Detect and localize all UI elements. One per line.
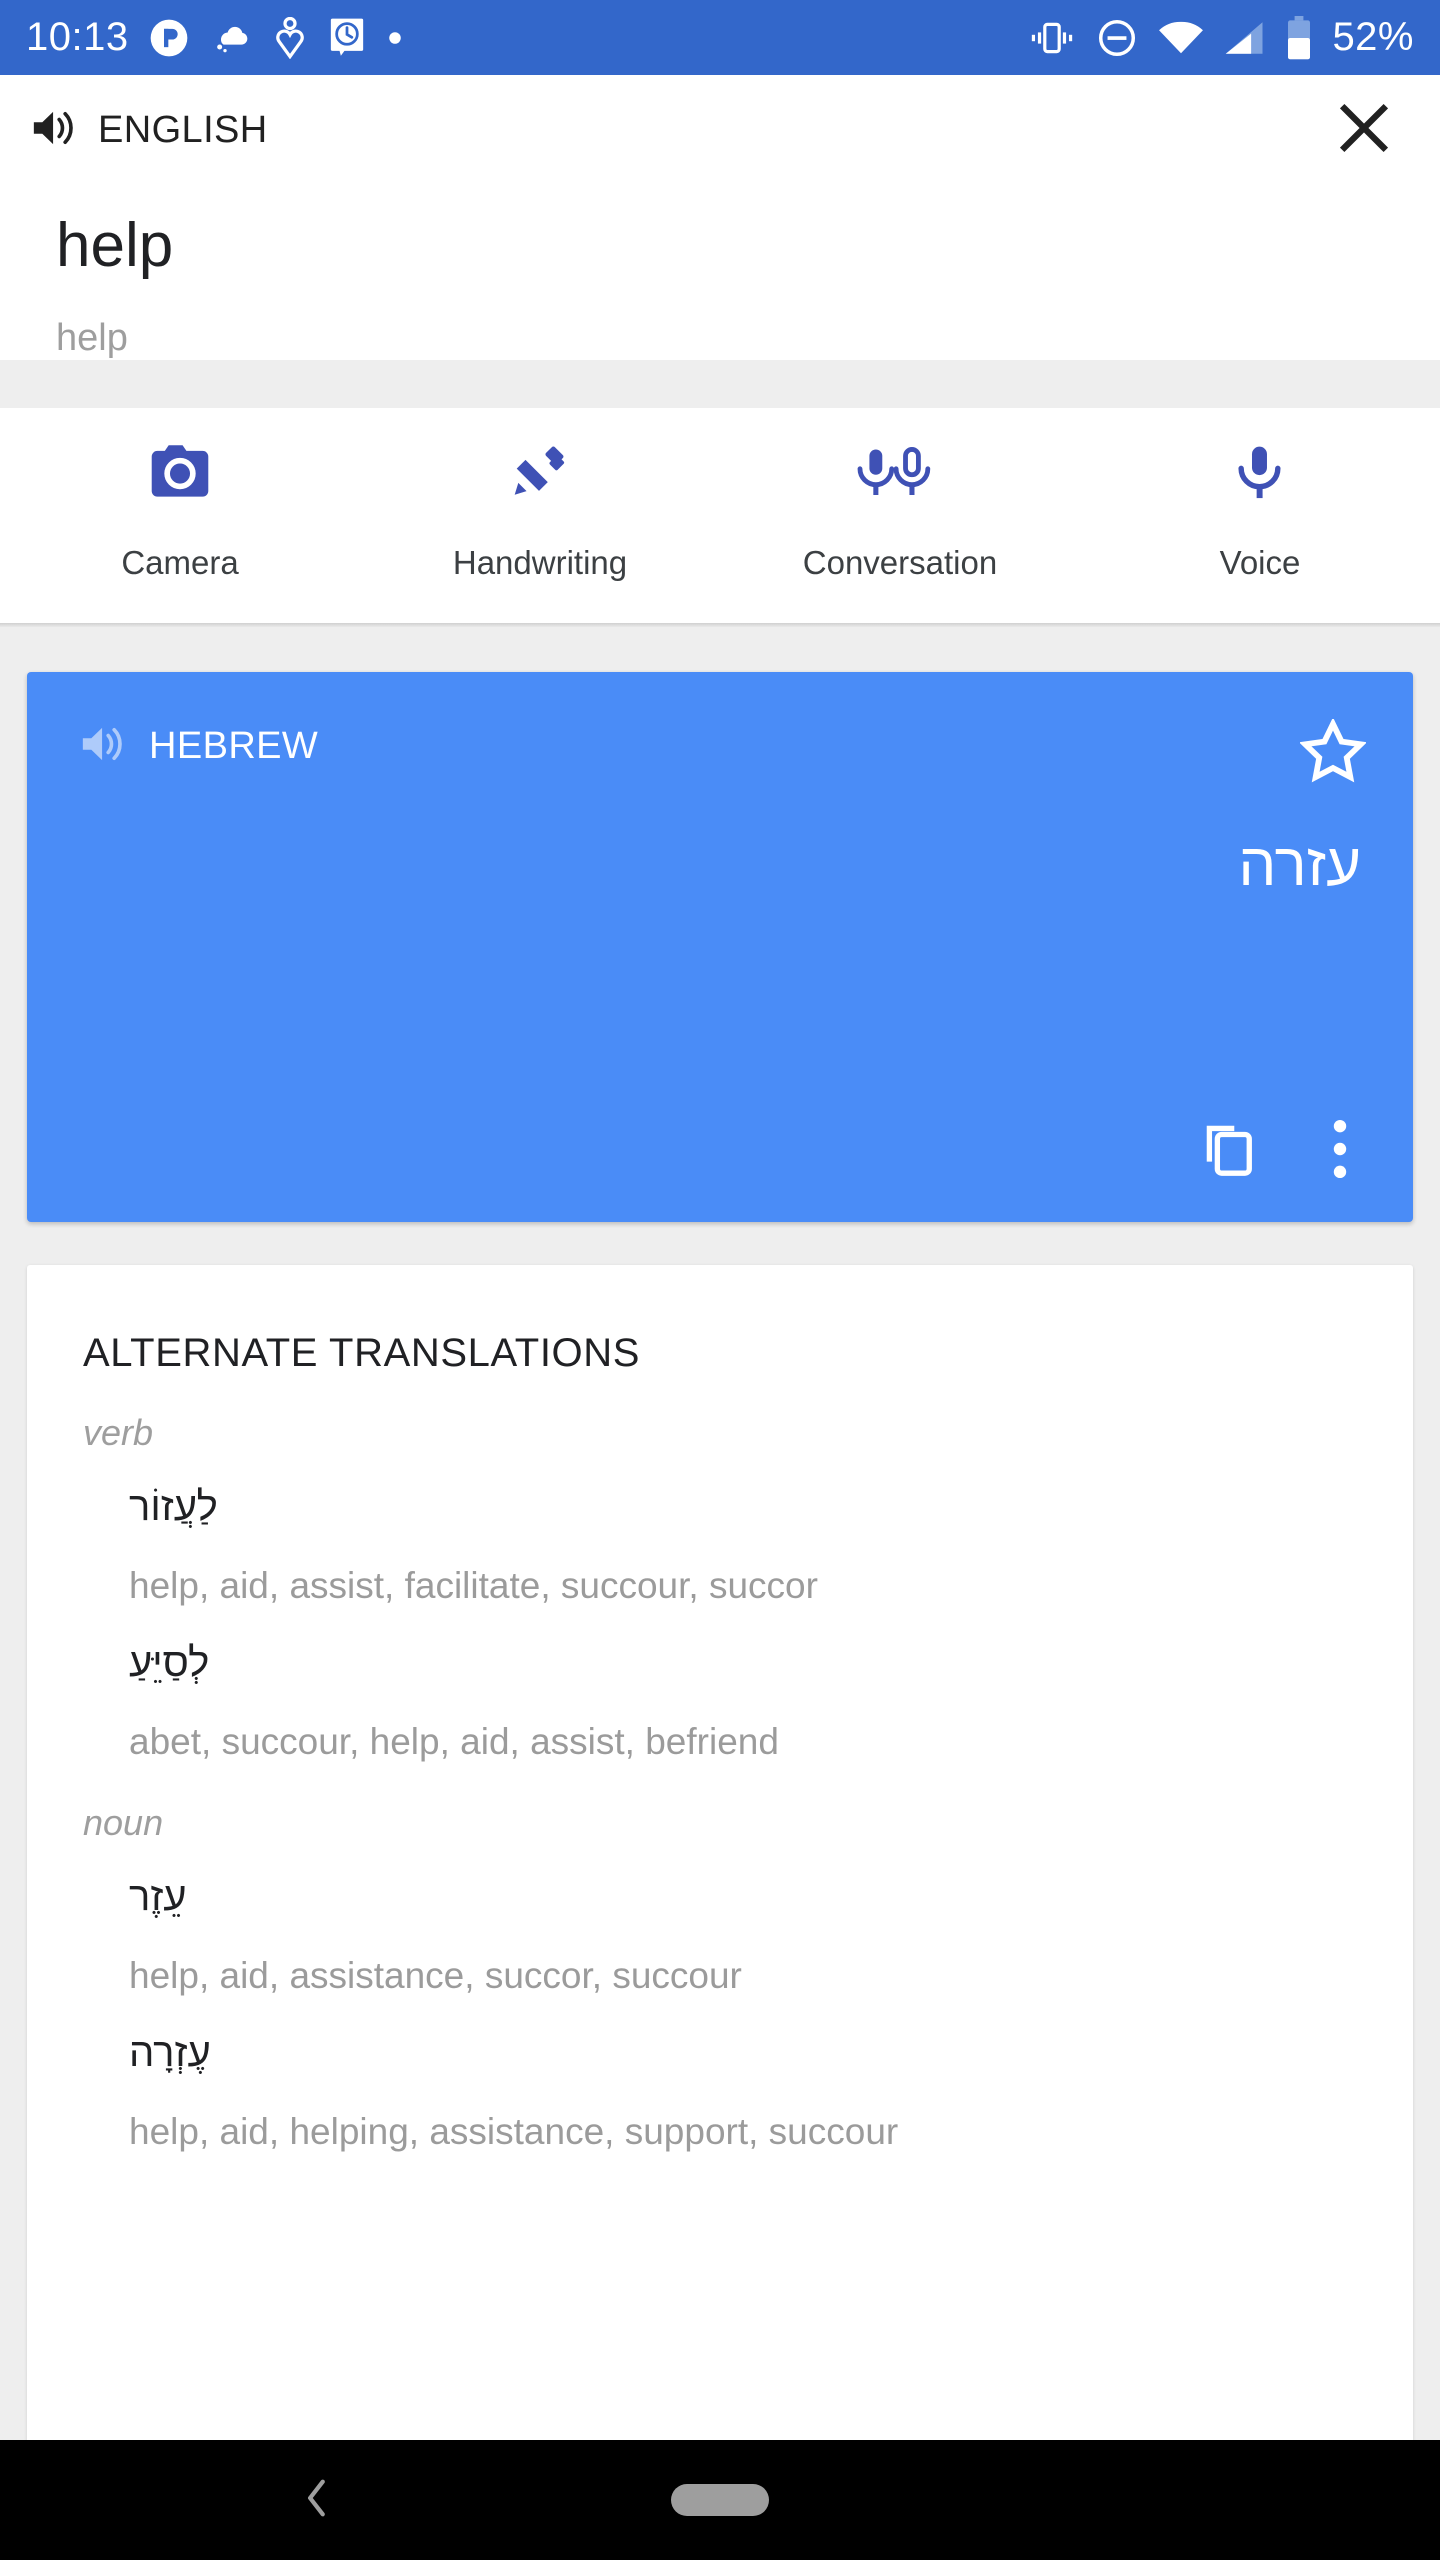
alternate-entry[interactable]: לְסַיֵּעַ abet, succour, help, aid, assi… [83,1610,1357,1766]
dot-icon [387,30,403,46]
star-outline-icon [1298,716,1368,790]
alternate-meanings: abet, succour, help, aid, assist, befrie… [129,1721,779,1763]
alternate-entry[interactable]: לַעֲזוֹר help, aid, assist, facilitate, … [83,1454,1357,1610]
clock-message-icon [327,17,367,59]
back-button[interactable] [282,2465,352,2535]
input-method-label: Handwriting [452,544,628,581]
input-method-voice[interactable]: Voice [1080,408,1440,582]
translated-text[interactable]: עזרה [27,794,1413,898]
app-screen: 10:13 52% ENGLISH help help Camera Handw… [0,0,1440,2560]
translation-card: HEBREW עזרה [27,672,1413,1222]
alternate-word: לַעֲזוֹר [129,1485,218,1529]
part-of-speech-label: verb [83,1412,154,1453]
status-bar-left: 10:13 [26,15,1028,60]
camera-icon [144,430,216,514]
overflow-menu-button[interactable] [1297,1108,1383,1194]
alternate-word: לְסַיֵּעַ [129,1641,210,1686]
source-word[interactable]: help [56,185,1384,277]
battery-percent: 52% [1332,15,1414,59]
status-bar-clock: 10:13 [26,15,129,59]
android-nav-bar [0,2440,1440,2560]
copy-button[interactable] [1185,1108,1271,1194]
battery-icon [1286,15,1312,60]
do-not-disturb-icon [1096,17,1138,59]
close-icon [1336,100,1392,161]
app-bar: ENGLISH [0,75,1440,185]
weather-cloud-icon [209,18,253,58]
translation-card-header: HEBREW [27,672,1413,794]
status-bar: 10:13 52% [0,0,1440,75]
alternate-entry[interactable]: עֶזְרָה help, aid, helping, assistance, … [83,2000,1357,2156]
two-microphones-icon [854,430,946,514]
cell-signal-icon [1224,20,1266,56]
input-method-handwriting[interactable]: Handwriting [360,408,720,582]
source-text-area[interactable]: help help [0,185,1440,360]
source-transliteration: help [56,317,128,359]
alternate-meanings: help, aid, assist, facilitate, succour, … [129,1565,818,1606]
input-method-label: Conversation [802,544,998,581]
alternate-entry[interactable]: עֵזֶר help, aid, assistance, succor, suc… [83,1844,1357,2000]
alternate-meanings: help, aid, assistance, succor, succour [129,1955,742,1997]
vibrate-icon [1028,18,1076,58]
microphone-icon [1230,430,1290,514]
alternate-meanings: help, aid, helping, assistance, support,… [129,2111,899,2153]
target-language-label: HEBREW [149,725,319,767]
target-language-button[interactable]: HEBREW [79,722,1293,771]
home-pill-icon[interactable] [671,2484,769,2516]
alternate-word: עֶזְרָה [129,2031,211,2076]
speaker-icon[interactable] [79,722,129,771]
source-language-button[interactable]: ENGLISH [30,106,1318,155]
input-method-conversation[interactable]: Conversation [720,408,1080,582]
alternate-translations-title: ALTERNATE TRANSLATIONS [83,1331,641,1375]
section-divider [0,623,1440,627]
speaker-icon[interactable] [30,106,80,155]
close-button[interactable] [1318,84,1410,176]
source-language-label: ENGLISH [98,108,268,151]
back-chevron-icon [294,2475,340,2526]
status-bar-right: 52% [1028,15,1414,60]
alternate-translations-card: ALTERNATE TRANSLATIONS verb לַעֲזוֹר hel… [27,1265,1413,2465]
input-methods-row: Camera Handwriting Conversation Voice [0,408,1440,625]
alternate-word: עֵזֶר [129,1875,187,1920]
pocketcasts-icon [149,18,189,58]
health-heart-icon [273,16,307,59]
favorite-button[interactable] [1293,714,1373,794]
input-method-label: Camera [121,544,239,581]
more-vertical-icon [1332,1118,1348,1185]
wifi-icon [1158,20,1204,56]
input-method-label: Voice [1219,544,1301,581]
part-of-speech-label: noun [83,1802,164,1844]
translation-card-actions [1185,1108,1383,1194]
input-method-camera[interactable]: Camera [0,408,360,582]
copy-icon [1199,1120,1257,1183]
pen-icon [504,430,576,514]
